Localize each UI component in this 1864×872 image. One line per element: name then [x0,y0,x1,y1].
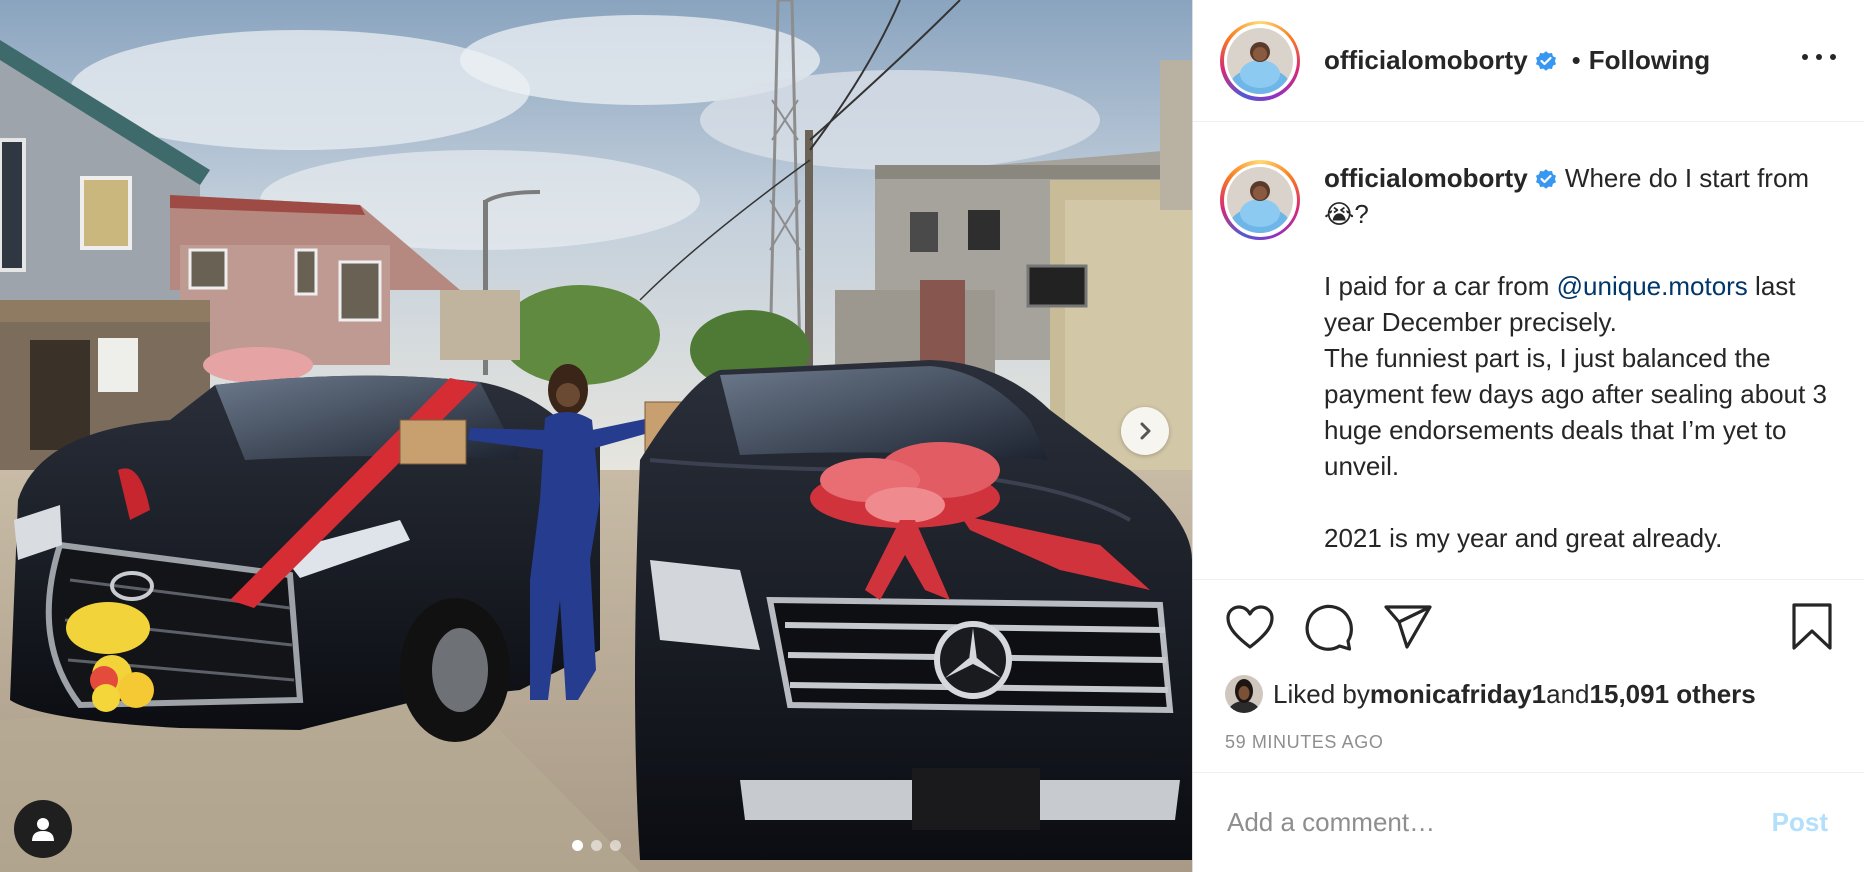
comment-button[interactable] [1304,602,1354,652]
comment-composer: Post [1193,772,1864,872]
liked-by-others[interactable]: 15,091 others [1590,679,1756,710]
caption-paragraph: The funniest part is, I just balanced th… [1324,343,1827,481]
chevron-right-icon [1140,422,1151,440]
verified-badge-icon [1535,50,1556,71]
like-button[interactable] [1225,602,1275,652]
post-side-panel: officialomoborty • Following officialomo… [1192,0,1864,872]
post-media [0,0,1192,872]
bookmark-icon [1792,603,1832,650]
carousel-dot-active [571,840,583,851]
caption-text: officialomoborty Where do I start from 😭… [1324,160,1840,556]
next-photo-button[interactable] [1121,407,1169,455]
comment-input[interactable] [1227,807,1772,838]
instagram-post: officialomoborty • Following officialomo… [0,0,1864,872]
carousel-dot [590,840,602,851]
caption-username[interactable]: officialomoborty [1324,163,1528,193]
header-username[interactable]: officialomoborty [1324,45,1528,76]
more-options-icon [1802,54,1808,60]
post-actions-section: Liked by monicafriday1 and 15,091 others… [1193,579,1864,773]
likes-summary: Liked by monicafriday1 and 15,091 others [1225,674,1837,714]
caption-story-ring[interactable] [1220,160,1300,240]
following-button[interactable]: Following [1589,45,1710,76]
caption-avatar [1227,167,1293,233]
share-button[interactable] [1383,602,1433,652]
liked-by-user[interactable]: monicafriday1 [1370,679,1546,710]
more-options-icon [1816,54,1822,60]
mention-link[interactable]: @unique.motors [1557,271,1748,301]
liker-avatar [1225,675,1263,713]
liked-by-prefix: Liked by [1273,678,1370,709]
action-buttons [1225,580,1837,674]
post-timestamp[interactable]: 59 minutes ago [1225,732,1837,753]
share-paper-plane-icon [1384,605,1432,649]
caption-line-1: I paid for a car from [1324,271,1557,301]
header-separator: • [1571,45,1581,75]
profile-avatar [1227,27,1293,94]
post-comment-button[interactable]: Post [1772,807,1828,838]
heart-icon [1226,605,1274,649]
verified-badge-icon [1535,169,1556,189]
post-header: officialomoborty • Following [1193,0,1864,122]
more-options-icon [1830,54,1836,60]
caption-closing: 2021 is my year and great already. [1324,523,1723,553]
story-ring[interactable] [1220,20,1300,101]
caption-section: officialomoborty Where do I start from 😭… [1193,122,1864,579]
carousel-indicator [0,840,1192,851]
comment-icon [1305,604,1353,651]
more-options-button[interactable] [1802,46,1836,68]
user-tag-icon [32,818,54,841]
carousel-dot [609,840,621,851]
save-button[interactable] [1787,602,1837,652]
liked-by-connector: and [1546,678,1590,709]
post-photo [0,0,1192,872]
